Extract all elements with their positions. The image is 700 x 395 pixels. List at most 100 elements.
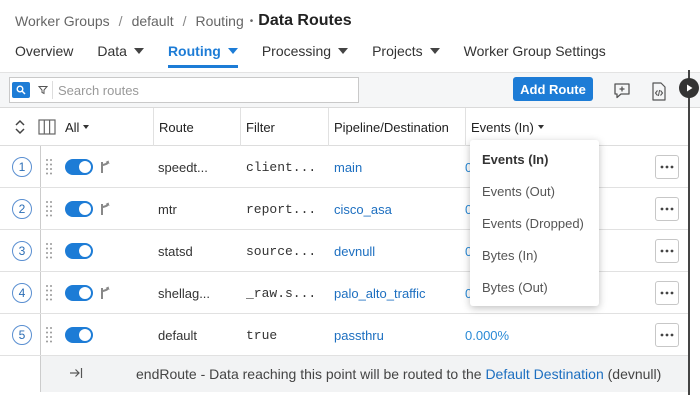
breadcrumb-worker-groups[interactable]: Worker Groups [15,13,110,29]
route-pipeline-link[interactable]: passthru [334,314,462,356]
ellipsis-icon [660,207,674,211]
route-filter[interactable]: _raw.s... [246,272,318,314]
column-header-route[interactable]: Route [153,108,194,146]
tab-overview[interactable]: Overview [15,38,73,64]
column-header-filter[interactable]: Filter [240,108,275,146]
add-comment-icon[interactable] [611,80,633,102]
tab-routing[interactable]: Routing [167,38,238,68]
route-name[interactable]: speedt... [158,146,228,188]
menu-item-bytes-out[interactable]: Bytes (Out) [470,271,599,303]
route-number-badge: 1 [12,157,32,177]
ellipsis-icon [660,249,674,253]
ellipsis-icon [660,165,674,169]
table-row[interactable]: 5 default true passthru 0.000% [0,314,688,356]
menu-item-bytes-in[interactable]: Bytes (In) [470,239,599,271]
select-all-dropdown[interactable]: All [65,108,90,146]
drag-handle-icon[interactable] [45,158,53,176]
column-header-label: Events (In) [471,119,534,135]
route-number-badge: 4 [12,283,32,303]
events-metric-menu: Events (In) Events (Out) Events (Dropped… [470,140,599,306]
default-destination-link[interactable]: Default Destination [485,366,603,382]
search-input[interactable] [53,79,358,101]
tab-label: Worker Group Settings [463,43,606,59]
more-options-button[interactable] [655,155,679,179]
route-enabled-toggle[interactable] [65,159,93,175]
search-icon[interactable] [12,82,30,98]
route-filter[interactable]: true [246,314,318,356]
column-header-label: Pipeline/Destination [334,119,449,135]
route-enabled-toggle[interactable] [65,327,93,343]
menu-item-events-out[interactable]: Events (Out) [470,175,599,207]
route-filter[interactable]: client... [246,146,318,188]
route-number-badge: 2 [12,199,32,219]
route-pipeline-link[interactable]: devnull [334,230,462,272]
select-all-label: All [65,119,80,135]
arrow-to-end-icon [70,368,83,378]
more-options-button[interactable] [655,197,679,221]
filter-icon[interactable] [33,81,53,99]
tab-label: Routing [167,43,221,59]
expand-collapse-icon[interactable] [10,117,30,137]
page-title: Data Routes [258,12,352,29]
drag-handle-icon[interactable] [45,242,53,260]
add-route-button[interactable]: Add Route [513,77,593,101]
end-route-bar: endRoute - Data reaching this point will… [40,356,688,392]
end-route-message: endRoute - Data reaching this point will… [136,366,661,382]
menu-item-events-in[interactable]: Events (In) [470,143,599,175]
breadcrumb-separator: / [118,13,123,29]
tab-data[interactable]: Data [97,38,144,64]
more-options-button[interactable] [655,281,679,305]
route-name[interactable]: mtr [158,188,228,230]
ellipsis-icon [660,333,674,337]
breadcrumb-current-marker: • [249,15,254,27]
route-number-badge: 5 [12,325,32,345]
tab-projects[interactable]: Projects [372,38,440,64]
column-header-label: Route [159,119,194,135]
breadcrumb-default[interactable]: default [132,13,174,29]
end-route-suffix: (devnull) [607,366,662,382]
route-enabled-toggle[interactable] [65,201,93,217]
chevron-down-icon [338,48,349,54]
end-route-row: endRoute - Data reaching this point will… [0,356,688,392]
breadcrumb-routing[interactable]: Routing [196,13,244,29]
tab-worker-group-settings[interactable]: Worker Group Settings [464,38,606,64]
route-name[interactable]: shellag... [158,272,228,314]
branch-icon [101,202,110,215]
branch-icon [101,160,110,173]
search-box [9,77,359,103]
drag-handle-icon[interactable] [45,284,53,302]
route-name[interactable]: default [158,314,228,356]
more-options-button[interactable] [655,239,679,263]
route-name[interactable]: statsd [158,230,228,272]
chevron-down-icon [83,125,90,129]
ellipsis-icon [660,291,674,295]
drag-handle-icon[interactable] [45,200,53,218]
code-file-icon[interactable] [648,80,670,102]
route-pipeline-link[interactable]: palo_alto_traffic [334,272,462,314]
tab-label: Processing [261,43,332,59]
breadcrumb: Worker Groups / default / Routing • Data… [15,10,352,32]
route-number-badge: 3 [12,241,32,261]
route-events: 0.000% [465,327,510,343]
menu-item-events-dropped[interactable]: Events (Dropped) [470,207,599,239]
play-icon[interactable] [679,78,699,98]
route-filter[interactable]: source... [246,230,318,272]
end-route-text: endRoute - Data reaching this point will… [136,366,482,382]
breadcrumb-separator: / [182,13,187,29]
more-options-button[interactable] [655,323,679,347]
routes-toolbar: Add Route [0,72,700,108]
drag-handle-icon[interactable] [45,326,53,344]
tab-processing[interactable]: Processing [261,38,349,64]
route-pipeline-link[interactable]: cisco_asa [334,188,462,230]
route-enabled-toggle[interactable] [65,243,93,259]
main-nav: Overview Data Routing Processing Project… [15,38,630,70]
route-filter[interactable]: report... [246,188,318,230]
branch-icon [101,286,110,299]
tab-label: Overview [15,43,74,59]
route-pipeline-link[interactable]: main [334,146,462,188]
columns-icon[interactable] [38,119,56,135]
tab-label: Data [97,43,127,59]
column-header-pipeline[interactable]: Pipeline/Destination [328,108,449,146]
tab-label: Projects [372,43,423,59]
route-enabled-toggle[interactable] [65,285,93,301]
